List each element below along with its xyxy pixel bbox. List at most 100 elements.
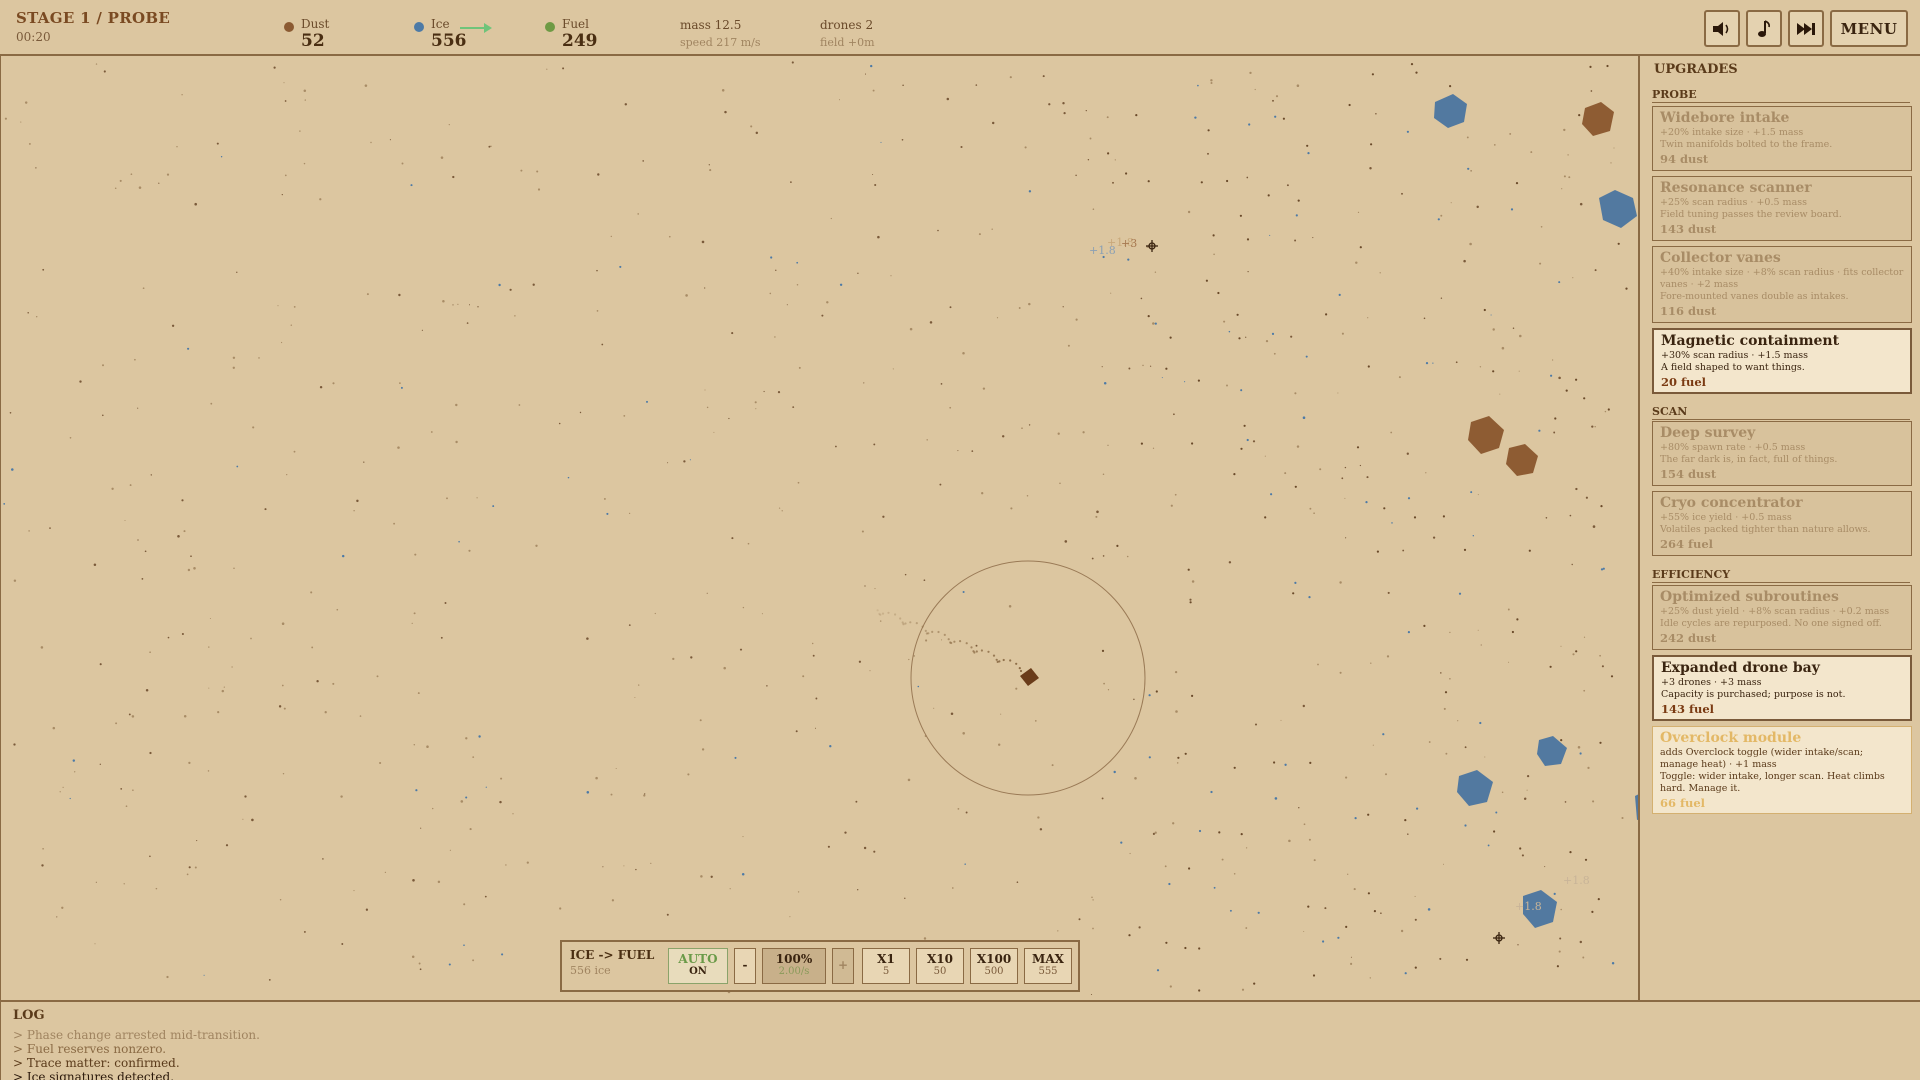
resource-value: 556	[431, 31, 467, 51]
decrease-rate-button[interactable]: -	[734, 948, 756, 984]
debris-speck	[1477, 494, 1479, 496]
ice-asteroid[interactable]	[1599, 190, 1637, 228]
upgrade-card[interactable]: Magnetic containment +30% scan radius · …	[1652, 328, 1912, 394]
debris-speck	[155, 887, 158, 890]
debris-speck	[446, 497, 448, 500]
debris-speck	[1064, 540, 1068, 543]
debris-speck	[1228, 561, 1232, 564]
convert-x1-button[interactable]: X1 5	[862, 948, 910, 984]
debris-speck	[194, 866, 197, 869]
convert-x100-button[interactable]: X100 500	[970, 948, 1018, 984]
debris-speck	[1210, 79, 1213, 82]
debris-speck	[336, 608, 339, 611]
debris-speck	[183, 715, 187, 718]
upgrade-card[interactable]: Widebore intake +20% intake size · +1.5 …	[1652, 106, 1912, 171]
debris-speck	[119, 179, 122, 182]
debris-speck	[1245, 927, 1248, 929]
upgrade-cost: 116 dust	[1660, 304, 1717, 318]
upgrade-effect: adds Overclock toggle (wider intake/scan…	[1660, 747, 1864, 770]
debris-speck	[1439, 957, 1442, 960]
debris-speck	[303, 930, 306, 933]
trail-dot	[987, 650, 990, 653]
auto-toggle-button[interactable]: AUTO ON	[668, 948, 728, 984]
convert-x10-button[interactable]: X10 50	[916, 948, 964, 984]
upgrade-flavor: The far dark is, in fact, full of things…	[1660, 454, 1838, 465]
debris-speck	[1530, 151, 1533, 154]
ice-asteroid[interactable]	[1635, 790, 1640, 820]
drone-icon[interactable]	[1493, 932, 1505, 944]
debris-speck	[1324, 907, 1327, 910]
debris-speck	[559, 907, 562, 910]
upgrade-card[interactable]: Optimized subroutines +25% dust yield · …	[1652, 585, 1912, 650]
debris-speck	[685, 294, 688, 297]
upgrade-card[interactable]: Expanded drone bay +3 drones · +3 mass C…	[1652, 655, 1912, 721]
debris-speck	[69, 797, 71, 800]
menu-button[interactable]: MENU	[1830, 10, 1908, 47]
debris-speck	[1369, 167, 1372, 170]
debris-speck	[401, 162, 404, 165]
dust-asteroid[interactable]	[1582, 102, 1614, 136]
play-field[interactable]: +1.8 +1.8 +3 +1.8 +1.8	[0, 56, 1640, 1000]
debris-speck	[611, 899, 615, 902]
debris-speck	[558, 422, 561, 425]
ice-asteroid[interactable]	[1457, 770, 1493, 806]
ice-asteroid[interactable]	[1537, 736, 1567, 766]
trail-dot	[996, 660, 999, 664]
upgrade-card[interactable]: Overclock module adds Overclock toggle (…	[1652, 726, 1912, 814]
dust-asteroid[interactable]	[1468, 416, 1504, 454]
debris-speck	[1423, 317, 1426, 320]
debris-speck	[181, 94, 183, 96]
debris-speck	[103, 70, 106, 73]
debris-speck	[537, 188, 541, 191]
debris-speck	[829, 745, 832, 748]
debris-speck	[1322, 940, 1325, 943]
convert-max-button[interactable]: MAX 555	[1024, 948, 1072, 984]
ice-asteroid[interactable]	[1434, 94, 1467, 128]
debris-speck	[946, 97, 950, 101]
debris-speck	[1414, 966, 1417, 969]
debris-speck	[1606, 64, 1609, 68]
debris-speck	[778, 507, 781, 509]
debris-speck	[1028, 190, 1032, 193]
drone-icon[interactable]	[1146, 240, 1158, 252]
probe-ship[interactable]	[1020, 668, 1039, 686]
mute-button[interactable]	[1704, 10, 1740, 47]
upgrade-card[interactable]: Deep survey +80% spawn rate · +0.5 mass …	[1652, 421, 1912, 486]
debris-speck	[233, 567, 235, 570]
upgrade-card[interactable]: Cryo concentrator +55% ice yield · +0.5 …	[1652, 491, 1912, 556]
upgrade-name: Cryo concentrator	[1660, 495, 1803, 511]
debris-speck	[1008, 605, 1012, 608]
dust-asteroid[interactable]	[1506, 444, 1538, 476]
debris-speck	[1558, 281, 1561, 284]
debris-speck	[518, 404, 521, 406]
music-button[interactable]	[1746, 10, 1782, 47]
debris-speck	[258, 357, 260, 359]
debris-speck	[650, 862, 652, 865]
debris-speck	[1470, 491, 1473, 494]
debris-speck	[59, 791, 61, 793]
debris-speck	[721, 89, 725, 92]
play-field-canvas[interactable]: +1.8 +1.8 +3 +1.8 +1.8	[1, 56, 1640, 1000]
debris-speck	[812, 654, 815, 657]
debris-speck	[217, 710, 220, 714]
upgrade-card[interactable]: Resonance scanner +25% scan radius · +0.…	[1652, 176, 1912, 241]
debris-speck	[281, 684, 284, 687]
debris-speck	[1348, 103, 1351, 107]
debris-speck	[879, 620, 882, 622]
debris-speck	[1253, 982, 1256, 985]
debris-speck	[610, 235, 612, 238]
debris-speck	[1140, 442, 1143, 445]
skip-button[interactable]	[1788, 10, 1824, 47]
upgrade-card[interactable]: Collector vanes +40% intake size · +8% s…	[1652, 246, 1912, 323]
debris-speck	[1226, 179, 1229, 183]
debris-speck	[1511, 630, 1514, 634]
debris-speck	[1592, 525, 1596, 528]
debris-speck	[1295, 214, 1298, 217]
debris-speck	[1544, 866, 1546, 868]
debris-speck	[904, 573, 907, 576]
debris-speck	[861, 530, 864, 533]
debris-speck	[1344, 466, 1347, 469]
debris-speck	[667, 462, 669, 464]
increase-rate-button[interactable]: +	[832, 948, 854, 984]
debris-speck	[1272, 99, 1274, 102]
